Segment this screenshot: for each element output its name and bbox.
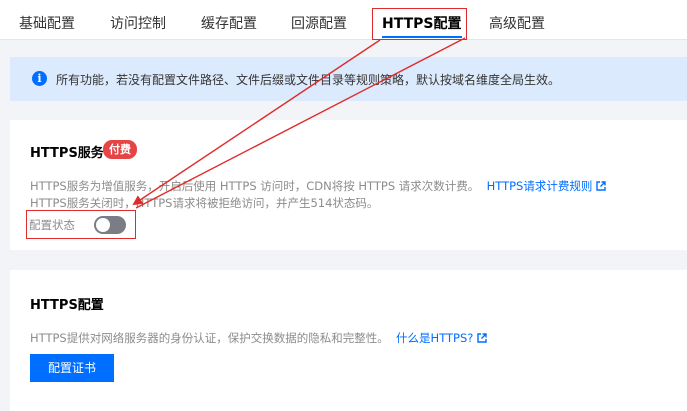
paid-badge: 付费 (103, 140, 137, 159)
tab-cache-config[interactable]: 缓存配置 (201, 13, 257, 33)
billing-rules-link-text[interactable]: HTTPS请求计费规则 (487, 179, 593, 193)
https-config-card: HTTPS配置 HTTPS提供对网络服务器的身份认证，保护交换数据的隐私和完整性… (10, 270, 687, 411)
info-notice: i 所有功能，若没有配置文件路径、文件后缀或文件目录等规则策略，默认按域名维度全… (10, 57, 687, 101)
external-link-icon[interactable] (477, 333, 488, 343)
tab-bar: 基础配置 访问控制 缓存配置 回源配置 HTTPS配置 高级配置 (0, 0, 687, 40)
what-is-https-link-text[interactable]: 什么是HTTPS? (396, 331, 473, 345)
tab-basic-config[interactable]: 基础配置 (19, 13, 75, 33)
external-link-icon[interactable] (596, 181, 607, 191)
https-config-title: HTTPS配置 (30, 298, 104, 313)
desc-line1-text: HTTPS服务为增值服务，开启后使用 HTTPS 访问时，CDN将按 HTTPS… (30, 179, 480, 193)
tab-access-control[interactable]: 访问控制 (110, 13, 166, 33)
https-service-title: HTTPS服务 (30, 146, 104, 161)
https-service-desc-line1: HTTPS服务为增值服务，开启后使用 HTTPS 访问时，CDN将按 HTTPS… (30, 178, 607, 194)
annotation-box-toggle (26, 210, 136, 239)
billing-rules-link[interactable]: HTTPS请求计费规则 (483, 179, 607, 193)
https-config-desc: HTTPS提供对网络服务器的身份认证，保护交换数据的隐私和完整性。 什么是HTT… (30, 330, 488, 346)
what-is-https-link[interactable]: 什么是HTTPS? (392, 331, 488, 345)
configure-certificate-button[interactable]: 配置证书 (30, 354, 114, 382)
https-service-desc-line2: HTTPS服务关闭时，HTTPS请求将被拒绝访问，并产生514状态码。 (30, 196, 379, 210)
https-config-desc-text: HTTPS提供对网络服务器的身份认证，保护交换数据的隐私和完整性。 (30, 331, 389, 345)
tab-advanced-config[interactable]: 高级配置 (489, 13, 545, 33)
notice-text: 所有功能，若没有配置文件路径、文件后缀或文件目录等规则策略，默认按域名维度全局生… (56, 73, 561, 87)
annotation-box-tab (372, 8, 467, 40)
tab-origin-config[interactable]: 回源配置 (291, 13, 347, 33)
info-icon: i (32, 71, 47, 86)
